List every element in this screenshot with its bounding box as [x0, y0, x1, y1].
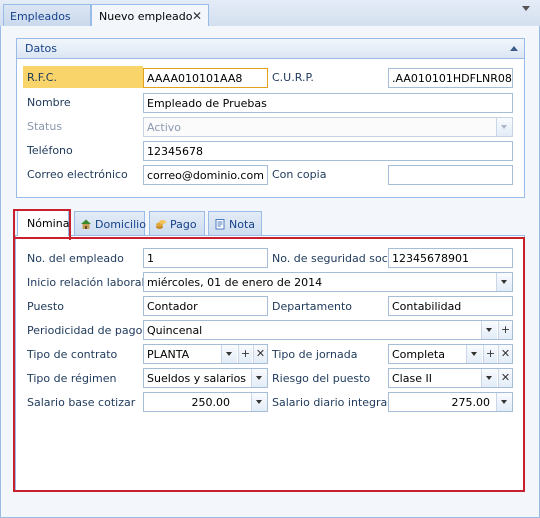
con-copia-label: Con copia: [272, 168, 327, 181]
coins-icon: [156, 220, 166, 229]
document-tab-strip: Empleados Nuevo empleado ✕: [0, 0, 540, 28]
rfc-field[interactable]: AAAA010101AA8: [143, 68, 268, 88]
puesto-field[interactable]: Contador: [143, 296, 268, 316]
chevron-down-icon[interactable]: [251, 369, 267, 387]
no-empleado-field[interactable]: 1: [143, 248, 268, 268]
tab-domicilio[interactable]: Domicilio: [74, 211, 146, 235]
nss-field[interactable]: 12345678901: [388, 248, 513, 268]
nss-label: No. de seguridad social: [272, 252, 401, 265]
tab-nota-label: Nota: [229, 218, 256, 231]
house-icon: [81, 219, 91, 229]
telefono-label: Teléfono: [27, 144, 73, 157]
tipo-contrato-label: Tipo de contrato: [27, 348, 118, 361]
tab-pago-label: Pago: [170, 218, 197, 231]
nombre-field[interactable]: Empleado de Pruebas: [143, 93, 513, 113]
departamento-field[interactable]: Contabilidad: [388, 296, 513, 316]
datos-group-header[interactable]: Datos: [17, 39, 524, 59]
tab-nuevo-empleado[interactable]: Nuevo empleado ✕: [91, 4, 209, 28]
no-empleado-label: No. del empleado: [27, 252, 124, 265]
chevron-down-icon[interactable]: [481, 369, 497, 387]
status-label: Status: [27, 120, 63, 133]
chevron-down-icon: [496, 118, 512, 136]
periodicidad-select[interactable]: Quincenal +: [143, 320, 513, 340]
tipo-contrato-select[interactable]: PLANTA + ✕: [143, 344, 268, 364]
tab-pago[interactable]: Pago: [149, 211, 205, 235]
nombre-label: Nombre: [27, 96, 71, 109]
rfc-label: R.F.C.: [27, 71, 57, 84]
clear-icon[interactable]: ✕: [498, 345, 512, 363]
inicio-date-field[interactable]: miércoles, 01 de enero de 2014: [143, 272, 513, 292]
add-icon[interactable]: +: [483, 345, 497, 363]
chevron-down-icon[interactable]: [481, 321, 497, 339]
curp-label: C.U.R.P.: [272, 71, 314, 84]
correo-label: Correo electrónico: [27, 168, 128, 181]
chevron-up-icon[interactable]: [510, 46, 518, 51]
departamento-label: Departamento: [272, 300, 353, 313]
puesto-label: Puesto: [27, 300, 64, 313]
chevron-down-icon[interactable]: [251, 393, 267, 411]
tab-empleados-label: Empleados: [10, 10, 71, 23]
salario-base-field[interactable]: 250.00: [143, 392, 268, 412]
con-copia-field[interactable]: [388, 165, 513, 185]
correo-field[interactable]: correo@dominio.com: [143, 165, 268, 185]
riesgo-select[interactable]: Clase II ✕: [388, 368, 513, 388]
close-icon[interactable]: ✕: [192, 9, 202, 23]
tab-nomina-label: Nómina: [27, 217, 70, 230]
clear-icon[interactable]: ✕: [253, 345, 267, 363]
tab-nota[interactable]: Nota: [208, 211, 262, 235]
inicio-label: Inicio relación laboral: [27, 276, 145, 289]
tipo-jornada-label: Tipo de jornada: [272, 348, 358, 361]
chevron-down-icon[interactable]: [221, 345, 237, 363]
add-icon[interactable]: +: [498, 321, 512, 339]
status-select: Activo: [143, 117, 513, 137]
chevron-down-icon[interactable]: [466, 345, 482, 363]
tipo-regimen-select[interactable]: Sueldos y salarios: [143, 368, 268, 388]
tipo-regimen-label: Tipo de régimen: [27, 372, 117, 385]
datos-title: Datos: [25, 42, 57, 55]
riesgo-label: Riesgo del puesto: [272, 372, 371, 385]
add-icon[interactable]: +: [238, 345, 252, 363]
salario-diario-label: Salario diario integrado: [272, 396, 401, 409]
chevron-down-icon[interactable]: [522, 6, 530, 11]
salario-diario-field[interactable]: 275.00: [388, 392, 513, 412]
telefono-field[interactable]: 12345678: [143, 141, 513, 161]
tab-nuevo-empleado-label: Nuevo empleado: [99, 10, 193, 23]
clear-icon[interactable]: ✕: [498, 369, 512, 387]
curp-field[interactable]: .AA010101HDFLNR08: [388, 68, 513, 88]
salario-base-label: Salario base cotizar: [27, 396, 136, 409]
chevron-down-icon[interactable]: [496, 393, 512, 411]
periodicidad-label: Periodicidad de pago: [27, 324, 143, 337]
tab-empleados[interactable]: Empleados: [3, 4, 91, 27]
tab-nomina[interactable]: Nómina: [17, 210, 69, 236]
note-icon: [215, 219, 225, 230]
tab-domicilio-label: Domicilio: [95, 218, 146, 231]
tipo-jornada-select[interactable]: Completa + ✕: [388, 344, 513, 364]
chevron-down-icon[interactable]: [496, 273, 512, 291]
